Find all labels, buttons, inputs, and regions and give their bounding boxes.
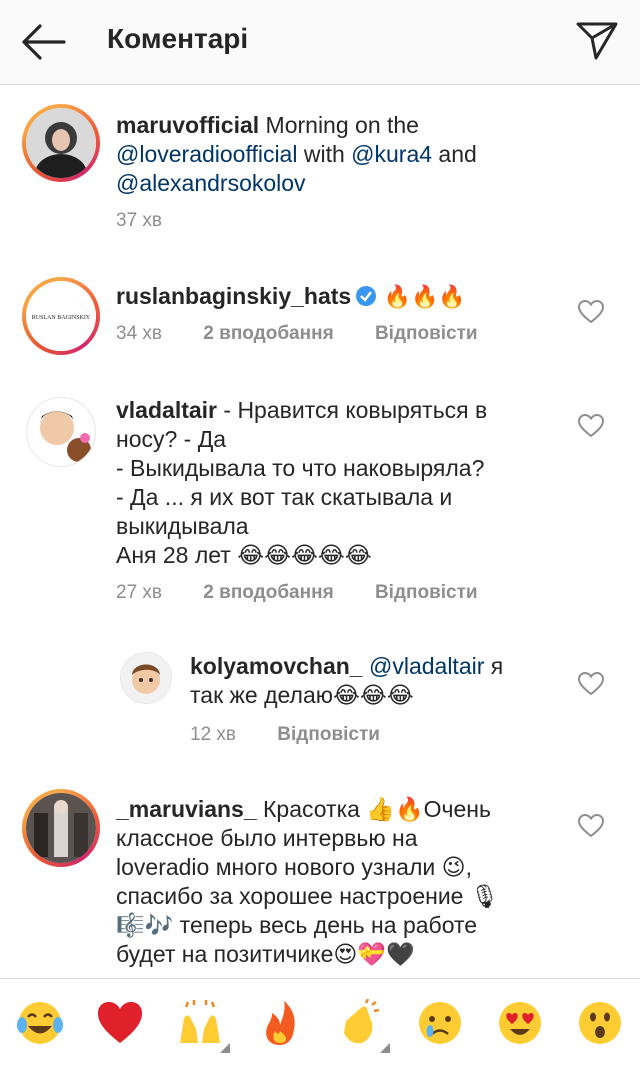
page-title: Коментарі: [107, 23, 249, 54]
likes-count[interactable]: 2 вподобання: [203, 582, 333, 603]
tears-of-joy-emoji-button[interactable]: [16, 999, 64, 1047]
avatar[interactable]: [22, 104, 100, 182]
variant-indicator: [380, 1043, 390, 1053]
comment-meta: 12 хв Відповісти: [190, 724, 416, 746]
like-heart-icon[interactable]: [577, 671, 605, 696]
variant-indicator: [220, 1043, 230, 1053]
comment-meta: 34 хв 2 вподобання Відповісти: [116, 323, 514, 345]
back-arrow-icon[interactable]: [18, 20, 68, 64]
emoji-quick-bar: [0, 978, 640, 1070]
mention-link[interactable]: @vladaltair: [369, 653, 484, 679]
caption-text: maruvofficial Morning on the @loveradioo…: [116, 112, 477, 196]
mention-link[interactable]: @loveradioofficial: [116, 141, 297, 167]
timestamp: 37 хв: [116, 210, 163, 231]
like-heart-icon[interactable]: [577, 299, 605, 324]
clapping-hands-emoji-button[interactable]: [336, 998, 390, 1053]
avatar[interactable]: [22, 789, 100, 867]
verified-badge-icon: [355, 285, 377, 307]
timestamp: 27 хв: [116, 582, 163, 603]
reply-button[interactable]: Відповісти: [277, 724, 380, 745]
comment-username[interactable]: ruslanbaginskiy_hats: [116, 283, 351, 309]
heart-eyes-emoji-button[interactable]: [496, 999, 544, 1047]
top-bar: Коментарі: [0, 0, 640, 85]
comment-username[interactable]: vladaltair: [116, 397, 217, 423]
mention-link[interactable]: @alexandrsokolov: [116, 170, 306, 196]
likes-count[interactable]: 2 вподобання: [203, 323, 333, 344]
like-heart-icon[interactable]: [577, 813, 605, 838]
direct-send-icon[interactable]: [574, 18, 620, 64]
reply-button[interactable]: Відповісти: [375, 323, 478, 344]
avatar-image: [26, 793, 96, 863]
comment-meta: 27 хв 2 вподобання Відповісти: [116, 582, 514, 604]
caption-username[interactable]: maruvofficial: [116, 112, 259, 138]
timestamp: 34 хв: [116, 323, 163, 344]
reply-text: kolyamovchan_ @vladaltair я так же делаю…: [190, 653, 504, 708]
reply-button[interactable]: Відповісти: [375, 582, 478, 603]
avatar[interactable]: RUSLAN BAGINSKIY: [22, 277, 100, 355]
surprised-face-emoji-button[interactable]: [576, 999, 624, 1047]
comment-text: ruslanbaginskiy_hats 🔥🔥🔥: [116, 283, 466, 310]
mention-link[interactable]: @kura4: [351, 141, 432, 167]
caption-meta: 37 хв: [116, 210, 198, 232]
comment-text: vladaltair - Нравится ковыряться в носу?…: [116, 397, 488, 568]
comment-username[interactable]: kolyamovchan_: [190, 653, 363, 679]
like-heart-icon[interactable]: [577, 413, 605, 438]
avatar-image: RUSLAN BAGINSKIY: [26, 281, 96, 351]
avatar[interactable]: [120, 652, 172, 704]
avatar[interactable]: [26, 397, 96, 467]
red-heart-emoji-button[interactable]: [96, 999, 144, 1047]
avatar-logo-text: RUSLAN BAGINSKIY: [32, 315, 91, 321]
timestamp: 12 хв: [190, 724, 237, 745]
avatar-image: [26, 108, 96, 178]
raising-hands-emoji-button[interactable]: [176, 999, 230, 1053]
crying-face-emoji-button[interactable]: [416, 999, 464, 1047]
fire-emoji-button[interactable]: [256, 999, 304, 1047]
comment-username[interactable]: _maruvians_: [116, 796, 257, 822]
comment-text: _maruvians_ Красотка 👍🔥Очень классное бы…: [116, 796, 500, 967]
